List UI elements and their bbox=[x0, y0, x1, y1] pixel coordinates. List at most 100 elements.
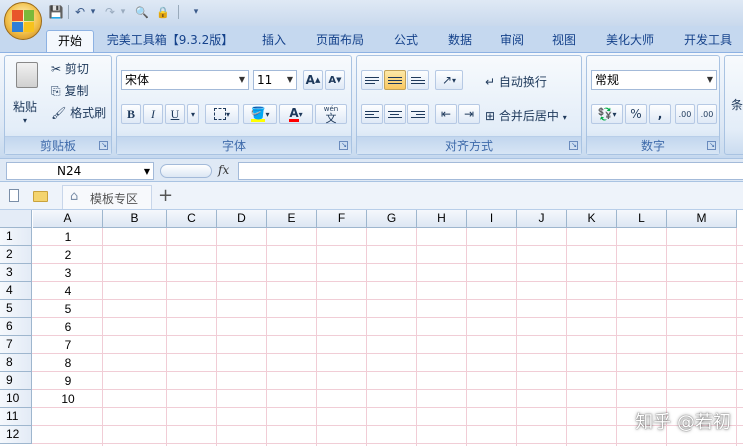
cell-a[interactable]: 6 bbox=[33, 318, 103, 336]
cell-a[interactable]: 8 bbox=[33, 354, 103, 372]
borders-button[interactable]: ▾ bbox=[205, 104, 239, 124]
tab-insert[interactable]: 插入 bbox=[254, 30, 294, 52]
cell-a[interactable]: 7 bbox=[33, 336, 103, 354]
align-center-button[interactable] bbox=[384, 104, 406, 124]
customize-quick-access-icon[interactable]: ▾ bbox=[188, 4, 204, 20]
row-header[interactable]: 12 bbox=[0, 426, 32, 444]
comma-style-button[interactable]: , bbox=[649, 104, 671, 124]
format-painter-button[interactable]: 🖌 格式刷 bbox=[51, 104, 106, 121]
cell-a[interactable]: 10 bbox=[33, 390, 103, 408]
decrease-indent-button[interactable]: ⇤ bbox=[435, 104, 457, 124]
save-icon[interactable]: 💾 bbox=[48, 4, 64, 20]
align-left-button[interactable] bbox=[361, 104, 383, 124]
copy-button[interactable]: ⎘ 复制 bbox=[51, 82, 88, 99]
bottom-align-button[interactable] bbox=[407, 70, 429, 90]
orientation-button[interactable]: ↗ ▾ bbox=[435, 70, 463, 90]
formula-input[interactable] bbox=[238, 162, 743, 180]
column-header[interactable]: F bbox=[317, 210, 367, 228]
conditional-format-label[interactable]: 条 bbox=[731, 96, 743, 113]
row-header[interactable]: 5 bbox=[0, 300, 32, 318]
italic-button[interactable]: I bbox=[143, 104, 163, 124]
underline-button[interactable]: U bbox=[165, 104, 185, 124]
font-size-select[interactable]: 11 ▼ bbox=[253, 70, 297, 90]
redo-icon[interactable]: ↷ bbox=[102, 4, 118, 20]
cell-a[interactable]: 1 bbox=[33, 228, 103, 246]
wrap-text-button[interactable]: ↵ 自动换行 bbox=[485, 73, 547, 90]
column-header[interactable]: K bbox=[567, 210, 617, 228]
font-color-button[interactable]: A ▾ bbox=[279, 104, 313, 124]
insert-function-button[interactable]: fx bbox=[218, 163, 229, 177]
row-header[interactable]: 9 bbox=[0, 372, 32, 390]
clipboard-launcher-icon[interactable]: ↘ bbox=[99, 141, 108, 150]
row-header[interactable]: 8 bbox=[0, 354, 32, 372]
tab-beautify-master[interactable]: 美化大师 bbox=[598, 30, 662, 52]
cut-button[interactable]: ✂ 剪切 bbox=[51, 60, 89, 77]
underline-dropdown-icon[interactable]: ▾ bbox=[187, 104, 199, 124]
tab-page-layout[interactable]: 页面布局 bbox=[310, 30, 370, 52]
tab-developer[interactable]: 开发工具 bbox=[676, 30, 740, 52]
tab-perfect-toolbox[interactable]: 完美工具箱【9.3.2版】 bbox=[100, 30, 240, 52]
row-header[interactable]: 2 bbox=[0, 246, 32, 264]
column-header[interactable]: J bbox=[517, 210, 567, 228]
formula-expand-handle[interactable] bbox=[160, 164, 212, 178]
increase-indent-button[interactable]: ⇥ bbox=[458, 104, 480, 124]
merge-center-button[interactable]: ⊞ 合并后居中 ▾ bbox=[485, 107, 567, 124]
row-header[interactable]: 3 bbox=[0, 264, 32, 282]
cell-a[interactable]: 4 bbox=[33, 282, 103, 300]
column-header[interactable]: D bbox=[217, 210, 267, 228]
column-header[interactable]: H bbox=[417, 210, 467, 228]
column-header[interactable]: A bbox=[33, 210, 103, 228]
accounting-format-button[interactable]: 💱 ▾ bbox=[591, 104, 623, 124]
tab-home[interactable]: 开始 bbox=[46, 30, 94, 52]
cell-a[interactable]: 3 bbox=[33, 264, 103, 282]
row-header[interactable]: 11 bbox=[0, 408, 32, 426]
column-header[interactable]: E bbox=[267, 210, 317, 228]
row-header[interactable]: 10 bbox=[0, 390, 32, 408]
column-header[interactable]: B bbox=[103, 210, 167, 228]
font-launcher-icon[interactable]: ↘ bbox=[339, 141, 348, 150]
undo-dropdown-icon[interactable]: ▾ bbox=[88, 4, 98, 20]
tab-formulas[interactable]: 公式 bbox=[386, 30, 426, 52]
top-align-button[interactable] bbox=[361, 70, 383, 90]
new-file-icon[interactable] bbox=[9, 189, 19, 202]
phonetic-guide-button[interactable]: wén 文 bbox=[315, 104, 347, 124]
shrink-font-button[interactable]: A ▼ bbox=[325, 70, 345, 90]
undo-icon[interactable]: ↶ bbox=[72, 4, 88, 20]
cell-a[interactable]: 2 bbox=[33, 246, 103, 264]
select-all-corner[interactable] bbox=[0, 210, 32, 228]
decrease-decimal-button[interactable]: .00 bbox=[697, 104, 717, 124]
number-format-select[interactable]: 常规 ▼ bbox=[591, 70, 717, 90]
add-tab-icon[interactable]: + bbox=[158, 185, 173, 206]
spreadsheet-grid[interactable]: ABCDEFGHIJKLM 1 2 3 4 5 6 7 8 9 10 11 12 1234567891… bbox=[0, 210, 743, 446]
column-header[interactable]: L bbox=[617, 210, 667, 228]
fill-color-button[interactable]: 🪣 ▾ bbox=[243, 104, 277, 124]
align-right-button[interactable] bbox=[407, 104, 429, 124]
lock-icon[interactable]: 🔒 bbox=[155, 4, 171, 20]
tab-view[interactable]: 视图 bbox=[544, 30, 584, 52]
column-header[interactable]: I bbox=[467, 210, 517, 228]
row-header[interactable]: 4 bbox=[0, 282, 32, 300]
office-button[interactable] bbox=[4, 2, 42, 40]
redo-dropdown-icon[interactable]: ▾ bbox=[118, 4, 128, 20]
print-preview-icon[interactable]: 🔍 bbox=[134, 4, 150, 20]
folder-icon[interactable] bbox=[33, 191, 48, 202]
template-zone-tab[interactable]: ⌂ 模板专区 bbox=[62, 185, 152, 209]
grow-font-button[interactable]: A ▲ bbox=[303, 70, 323, 90]
paste-button[interactable]: 粘贴 ▾ bbox=[9, 60, 47, 130]
percent-style-button[interactable]: % bbox=[625, 104, 647, 124]
font-name-select[interactable]: 宋体 ▼ bbox=[121, 70, 249, 90]
column-header[interactable]: C bbox=[167, 210, 217, 228]
name-box[interactable]: N24 ▼ bbox=[6, 162, 154, 180]
row-header[interactable]: 1 bbox=[0, 228, 32, 246]
column-header[interactable]: M bbox=[667, 210, 737, 228]
alignment-launcher-icon[interactable]: ↘ bbox=[569, 141, 578, 150]
tab-review[interactable]: 审阅 bbox=[492, 30, 532, 52]
cell-a[interactable]: 5 bbox=[33, 300, 103, 318]
row-header[interactable]: 6 bbox=[0, 318, 32, 336]
tab-data[interactable]: 数据 bbox=[440, 30, 480, 52]
column-header[interactable]: G bbox=[367, 210, 417, 228]
increase-decimal-button[interactable]: .00 bbox=[675, 104, 695, 124]
bold-button[interactable]: B bbox=[121, 104, 141, 124]
cell-a[interactable]: 9 bbox=[33, 372, 103, 390]
row-header[interactable]: 7 bbox=[0, 336, 32, 354]
